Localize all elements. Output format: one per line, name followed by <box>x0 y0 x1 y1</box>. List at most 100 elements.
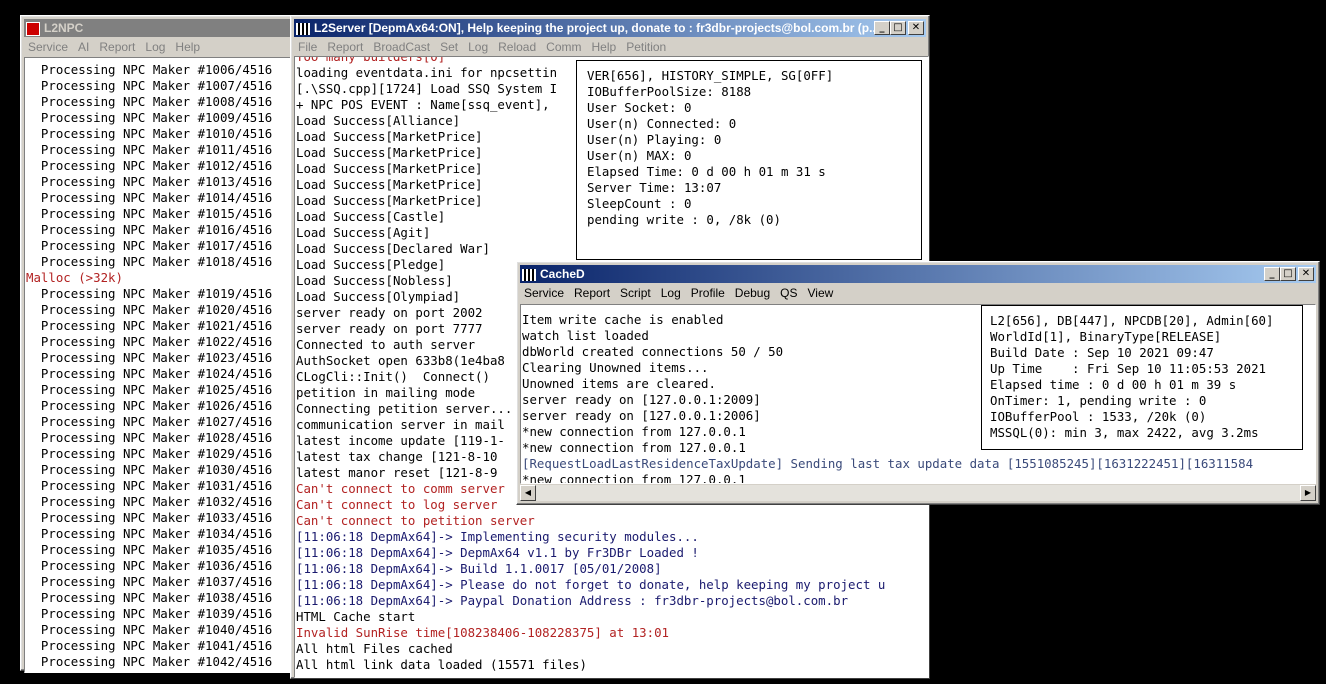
minimize-icon[interactable]: _ <box>874 21 890 35</box>
log-line: Processing NPC Maker #1010/4516 <box>26 126 273 141</box>
log-line: Processing NPC Maker #1012/4516 <box>26 158 273 173</box>
l2npc-titlebar[interactable]: L2NPC <box>24 19 316 37</box>
log-line: [RequestLoadLastResidenceTaxUpdate] Send… <box>522 456 1254 471</box>
log-line: Processing NPC Maker #1024/4516 <box>26 366 273 381</box>
log-line: HTML Cache start <box>296 609 416 624</box>
menu-item-ai[interactable]: AI <box>78 40 89 54</box>
status-line: User(n) MAX: 0 <box>587 148 692 163</box>
menu-item-help[interactable]: Help <box>592 40 617 54</box>
log-line: Processing NPC Maker #1008/4516 <box>26 94 273 109</box>
log-line: Processing NPC Maker #1019/4516 <box>26 286 273 301</box>
menu-item-reload[interactable]: Reload <box>498 40 536 54</box>
log-line: Processing NPC Maker #1023/4516 <box>26 350 273 365</box>
close-icon[interactable]: ✕ <box>1298 267 1314 281</box>
menu-item-report[interactable]: Report <box>327 40 363 54</box>
cached-titlebar[interactable]: CacheD _ □ ✕ <box>520 265 1316 283</box>
cached-window-controls: _ □ ✕ <box>1264 267 1314 281</box>
status-line: User(n) Connected: 0 <box>587 116 737 131</box>
log-line: [11:06:18 DepmAx64]-> Implementing secur… <box>296 529 699 544</box>
menu-item-view[interactable]: View <box>808 286 834 300</box>
log-line: Processing NPC Maker #1042/4516 <box>26 654 273 669</box>
log-line: [11:06:18 DepmAx64]-> DepmAx64 v1.1 by F… <box>296 545 699 560</box>
log-line: All html Files cached <box>296 641 453 656</box>
log-line: Processing NPC Maker #1035/4516 <box>26 542 273 557</box>
menu-item-petition[interactable]: Petition <box>626 40 666 54</box>
menu-item-set[interactable]: Set <box>440 40 458 54</box>
menu-item-service[interactable]: Service <box>524 286 564 300</box>
log-line: Can't connect to petition server <box>296 513 535 528</box>
menu-item-qs[interactable]: QS <box>780 286 797 300</box>
log-line: Processing NPC Maker #1037/4516 <box>26 574 273 589</box>
cached-menubar: Service Report Script Log Profile Debug QS View <box>520 284 1316 302</box>
cached-app-icon <box>522 268 536 281</box>
log-line: Processing NPC Maker #1027/4516 <box>26 414 273 429</box>
status-line: IOBufferPoolSize: 8188 <box>587 84 752 99</box>
l2npc-window: L2NPC Service AI Report Log Help Processing … <box>20 15 320 673</box>
menu-item-service[interactable]: Service <box>28 40 68 54</box>
status-line: SleepCount : 0 <box>587 196 692 211</box>
status-line: User Socket: 0 <box>587 100 692 115</box>
status-line: VER[656], HISTORY_SIMPLE, SG[0FF] <box>587 68 834 83</box>
menu-item-help[interactable]: Help <box>175 40 200 54</box>
minimize-icon[interactable]: _ <box>1264 267 1280 281</box>
maximize-icon[interactable]: □ <box>890 21 906 35</box>
log-line: Processing NPC Maker #1033/4516 <box>26 510 273 525</box>
log-line: Processing NPC Maker #1039/4516 <box>26 606 273 621</box>
log-line: Processing NPC Maker #1011/4516 <box>26 142 273 157</box>
log-line: Processing NPC Maker #1028/4516 <box>26 430 273 445</box>
log-line: [11:06:18 DepmAx64]-> Please do not forg… <box>296 577 886 592</box>
log-line: Processing NPC Maker #1015/4516 <box>26 206 273 221</box>
maximize-icon[interactable]: □ <box>1280 267 1296 281</box>
log-line: Processing NPC Maker #1030/4516 <box>26 462 273 477</box>
menu-item-broadcast[interactable]: BroadCast <box>373 40 430 54</box>
log-line: Processing NPC Maker #1022/4516 <box>26 334 273 349</box>
menu-item-profile[interactable]: Profile <box>691 286 725 300</box>
cached-window: CacheD _ □ ✕ Service Report Script Log Profi… <box>516 261 1320 505</box>
l2npc-log[interactable]: Processing NPC Maker #1006/4516 Processi… <box>24 57 319 673</box>
log-line: Processing NPC Maker #1026/4516 <box>26 398 273 413</box>
status-line: Up Time : Fri Sep 10 11:05:53 2021 <box>990 361 1267 376</box>
l2npc-title: L2NPC <box>44 21 84 35</box>
l2server-status-panel: VER[656], HISTORY_SIMPLE, SG[0FF] IOBuffe… <box>576 60 922 260</box>
log-line: Processing NPC Maker #1038/4516 <box>26 590 273 605</box>
menu-item-debug[interactable]: Debug <box>735 286 770 300</box>
log-line: Processing NPC Maker #1041/4516 <box>26 638 273 653</box>
status-line: WorldId[1], BinaryType[RELEASE] <box>990 329 1222 344</box>
status-line: Build Date : Sep 10 2021 09:47 <box>990 345 1214 360</box>
status-line: Server Time: 13:07 <box>587 180 722 195</box>
menu-item-script[interactable]: Script <box>620 286 651 300</box>
l2server-window-controls: _ □ ✕ <box>874 21 924 35</box>
status-line: User(n) Playing: 0 <box>587 132 722 147</box>
log-line: Processing NPC Maker #1029/4516 <box>26 446 273 461</box>
log-line: Invalid SunRise time[108238406-108228375… <box>296 625 669 640</box>
scroll-left-icon[interactable]: ◀ <box>520 485 536 501</box>
l2server-title: L2Server [DepmAx64:ON], Help keeping the… <box>314 21 880 35</box>
log-line: Processing NPC Maker #1020/4516 <box>26 302 273 317</box>
l2server-app-icon <box>296 22 310 35</box>
log-line: Processing NPC Maker #1013/4516 <box>26 174 273 189</box>
menu-item-file[interactable]: File <box>298 40 317 54</box>
cached-horizontal-scrollbar[interactable]: ◀ ▶ <box>520 485 1316 501</box>
scroll-right-icon[interactable]: ▶ <box>1300 485 1316 501</box>
status-line: OnTimer: 1, pending write : 0 <box>990 393 1207 408</box>
log-line: Processing NPC Maker #1018/4516 <box>26 254 273 269</box>
status-line: Elapsed time : 0 d 00 h 01 m 39 s <box>990 377 1237 392</box>
menu-item-log[interactable]: Log <box>661 286 681 300</box>
log-line: [11:06:18 DepmAx64]-> Build 1.1.0017 [05… <box>296 561 662 576</box>
menu-item-log[interactable]: Log <box>145 40 165 54</box>
close-icon[interactable]: ✕ <box>908 21 924 35</box>
menu-item-log[interactable]: Log <box>468 40 488 54</box>
log-line: Processing NPC Maker #1007/4516 <box>26 78 273 93</box>
log-line: Processing NPC Maker #1017/4516 <box>26 238 273 253</box>
status-line: MSSQL(0): min 3, max 2422, avg 3.2ms <box>990 425 1259 440</box>
menu-item-report[interactable]: Report <box>574 286 610 300</box>
log-line: Processing NPC Maker #1021/4516 <box>26 318 273 333</box>
l2server-titlebar[interactable]: L2Server [DepmAx64:ON], Help keeping the… <box>294 19 926 37</box>
status-line: Elapsed Time: 0 d 00 h 01 m 31 s <box>587 164 826 179</box>
cached-title: CacheD <box>540 267 585 281</box>
log-line: Processing NPC Maker #1006/4516 <box>26 62 273 77</box>
cached-status-panel: L2[656], DB[447], NPCDB[20], Admin[60] Wo… <box>981 305 1303 450</box>
menu-item-comm[interactable]: Comm <box>546 40 581 54</box>
log-line: Processing NPC Maker #1034/4516 <box>26 526 273 541</box>
menu-item-report[interactable]: Report <box>99 40 135 54</box>
